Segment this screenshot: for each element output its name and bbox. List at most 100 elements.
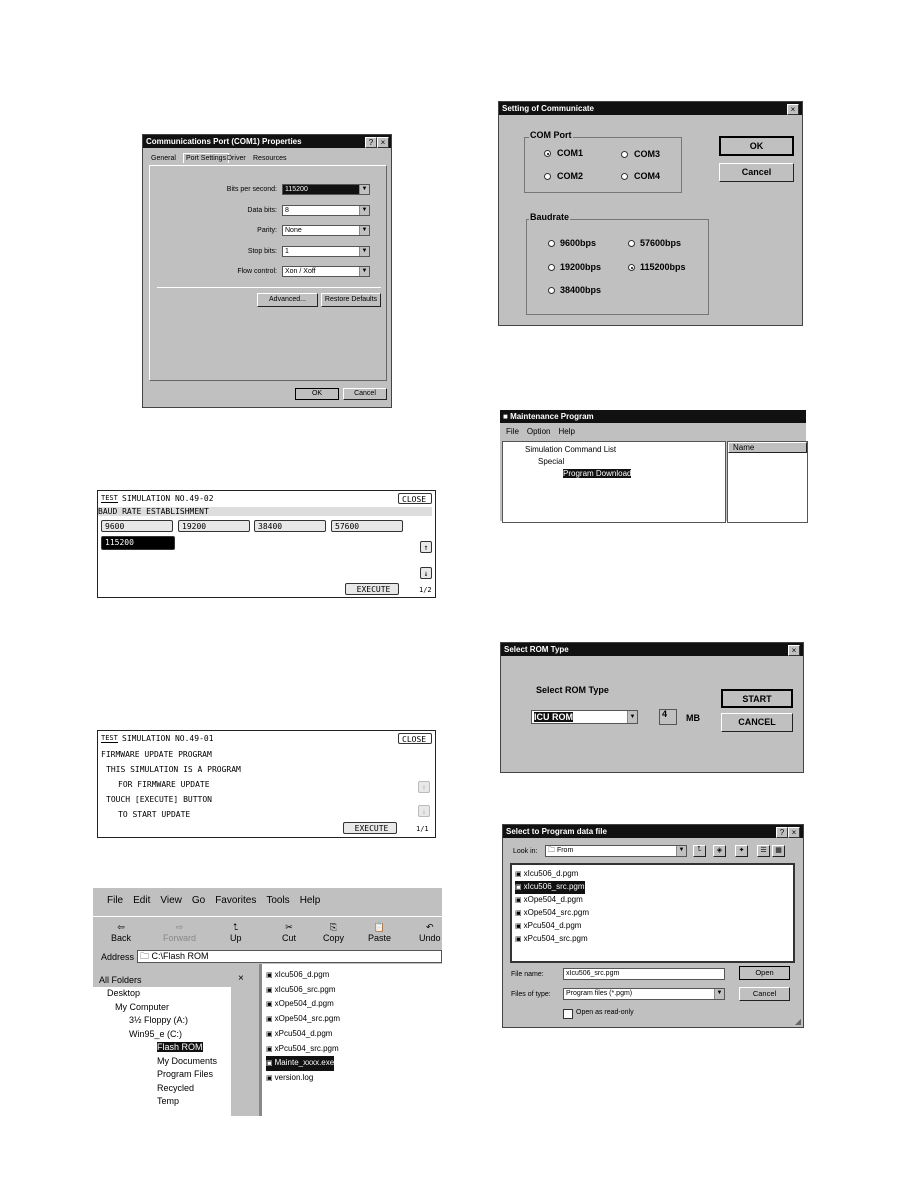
baud-57600-radio[interactable] <box>628 240 635 247</box>
column-name[interactable]: Name <box>728 442 807 453</box>
baud-38400-radio[interactable] <box>548 287 555 294</box>
resize-grip-icon[interactable]: ◢ <box>795 1017 801 1026</box>
help-button[interactable]: ? <box>776 827 788 838</box>
tree-simulation-command-list[interactable]: Simulation Command List <box>503 444 725 456</box>
baud-115200-radio[interactable] <box>628 264 635 271</box>
tab-resources[interactable]: Resources <box>253 155 286 162</box>
close-button[interactable]: × <box>377 137 389 148</box>
tree-special[interactable]: Special <box>503 456 725 468</box>
menu-option[interactable]: Option <box>527 427 551 436</box>
back-button[interactable]: ⇦ Back <box>111 922 131 943</box>
cut-button[interactable]: ✂ Cut <box>282 922 296 943</box>
file-item[interactable]: xIcu506_d.pgm <box>266 968 438 983</box>
start-button[interactable]: START <box>721 689 793 708</box>
rate-9600-button[interactable]: 9600 <box>101 520 173 532</box>
look-in-select[interactable]: 🗀 From ▼ <box>545 845 687 857</box>
cancel-button[interactable]: CANCEL <box>721 713 793 732</box>
close-button[interactable]: CLOSE <box>398 733 432 744</box>
tree-floppy[interactable]: 3½ Floppy (A:) <box>93 1014 243 1028</box>
file-item[interactable]: xPcu504_src.pgm <box>515 933 790 946</box>
tree-program-download[interactable]: Program Download <box>503 468 725 480</box>
rate-115200-button[interactable]: 115200 <box>101 536 175 550</box>
file-item[interactable]: xOpe504_d.pgm <box>515 894 790 907</box>
stop-bits-select[interactable]: 1 ▼ <box>282 246 370 257</box>
close-button[interactable]: × <box>787 104 799 115</box>
tree-recycled[interactable]: Recycled <box>93 1082 243 1096</box>
menu-help[interactable]: Help <box>558 427 574 436</box>
up-button[interactable]: ⮤ Up <box>230 922 242 943</box>
tree-desktop[interactable]: Desktop <box>93 987 243 1001</box>
up-folder-button[interactable]: ⮤ <box>693 845 706 857</box>
file-item[interactable]: version.log <box>266 1071 438 1086</box>
tree-my-documents[interactable]: My Documents <box>93 1055 243 1069</box>
advanced-button[interactable]: Advanced... <box>257 293 318 307</box>
execute-button[interactable]: EXECUTE <box>345 583 399 595</box>
file-item[interactable]: xOpe504_src.pgm <box>515 907 790 920</box>
scroll-down-button[interactable]: ↓ <box>420 567 432 579</box>
com1-radio[interactable] <box>544 150 551 157</box>
menu-tools[interactable]: Tools <box>266 895 289 906</box>
parity-select[interactable]: None ▼ <box>282 225 370 236</box>
data-bits-select[interactable]: 8 ▼ <box>282 205 370 216</box>
help-button[interactable]: ? <box>365 137 377 148</box>
menu-edit[interactable]: Edit <box>133 895 150 906</box>
rate-19200-button[interactable]: 19200 <box>178 520 250 532</box>
tree-program-files[interactable]: Program Files <box>93 1068 243 1082</box>
paste-button[interactable]: 📋 Paste <box>368 922 391 943</box>
scroll-up-button[interactable]: ↑ <box>418 781 430 793</box>
scroll-down-button[interactable]: ↓ <box>418 805 430 817</box>
close-button[interactable]: × <box>788 645 800 656</box>
new-folder-button[interactable]: ✦ <box>735 845 748 857</box>
desktop-button[interactable]: ◈ <box>713 845 726 857</box>
tab-driver[interactable]: Driver <box>227 155 246 162</box>
menu-file[interactable]: File <box>506 427 519 436</box>
undo-button[interactable]: ↶ Undo <box>419 922 441 943</box>
menu-help[interactable]: Help <box>300 895 321 906</box>
menu-go[interactable]: Go <box>192 895 205 906</box>
baud-19200-radio[interactable] <box>548 264 555 271</box>
bits-per-second-select[interactable]: 115200 ▼ <box>282 184 370 195</box>
menu-favorites[interactable]: Favorites <box>215 895 256 906</box>
restore-defaults-button[interactable]: Restore Defaults <box>321 293 381 307</box>
flow-control-select[interactable]: Xon / Xoff ▼ <box>282 266 370 277</box>
rate-38400-button[interactable]: 38400 <box>254 520 326 532</box>
read-only-checkbox[interactable] <box>563 1009 573 1019</box>
ok-button[interactable]: OK <box>295 388 339 400</box>
copy-button[interactable]: ⎘ Copy <box>323 922 344 943</box>
tree-temp[interactable]: Temp <box>93 1095 243 1109</box>
menu-file[interactable]: File <box>107 895 123 906</box>
file-item[interactable]: xPcu504_src.pgm <box>266 1042 438 1057</box>
cancel-button[interactable]: Cancel <box>343 388 387 400</box>
file-item[interactable]: xOpe504_src.pgm <box>266 1012 438 1027</box>
open-button[interactable]: Open <box>739 966 790 980</box>
file-item[interactable]: xIcu506_src.pgm <box>266 983 438 998</box>
ok-button[interactable]: OK <box>719 136 794 156</box>
execute-button[interactable]: EXECUTE <box>343 822 397 834</box>
tree-drive-c[interactable]: Win95_e (C:) <box>93 1028 243 1042</box>
file-item[interactable]: xPcu504_d.pgm <box>515 920 790 933</box>
forward-button[interactable]: ⇨ Forward <box>163 922 196 943</box>
file-name-input[interactable]: xIcu506_src.pgm <box>563 968 725 980</box>
com3-radio[interactable] <box>621 151 628 158</box>
details-view-button[interactable]: ▦ <box>772 845 785 857</box>
cancel-button[interactable]: Cancel <box>739 987 790 1001</box>
close-pane-icon[interactable]: × <box>238 973 244 984</box>
tree-flash-rom[interactable]: Flash ROM <box>93 1041 243 1055</box>
file-item[interactable]: xPcu504_d.pgm <box>266 1027 438 1042</box>
com4-radio[interactable] <box>621 173 628 180</box>
close-button[interactable]: × <box>788 827 800 838</box>
list-view-button[interactable]: ☰ <box>757 845 770 857</box>
file-item-selected[interactable]: xIcu506_src.pgm <box>515 881 585 894</box>
close-button[interactable]: CLOSE <box>398 493 432 504</box>
file-item[interactable]: xIcu506_d.pgm <box>515 868 790 881</box>
file-item-selected[interactable]: Mainte_xxxx.exe <box>266 1056 335 1071</box>
address-bar[interactable]: 🗀 C:\Flash ROM <box>137 950 442 963</box>
rate-57600-button[interactable]: 57600 <box>331 520 403 532</box>
cancel-button[interactable]: Cancel <box>719 163 794 182</box>
rom-type-select[interactable]: ICU ROM ▼ <box>531 710 638 724</box>
com2-radio[interactable] <box>544 173 551 180</box>
baud-9600-radio[interactable] <box>548 240 555 247</box>
tree-scrollbar[interactable] <box>231 987 243 1116</box>
files-of-type-select[interactable]: Program files (*.pgm) ▼ <box>563 988 725 1000</box>
file-item[interactable]: xOpe504_d.pgm <box>266 997 438 1012</box>
